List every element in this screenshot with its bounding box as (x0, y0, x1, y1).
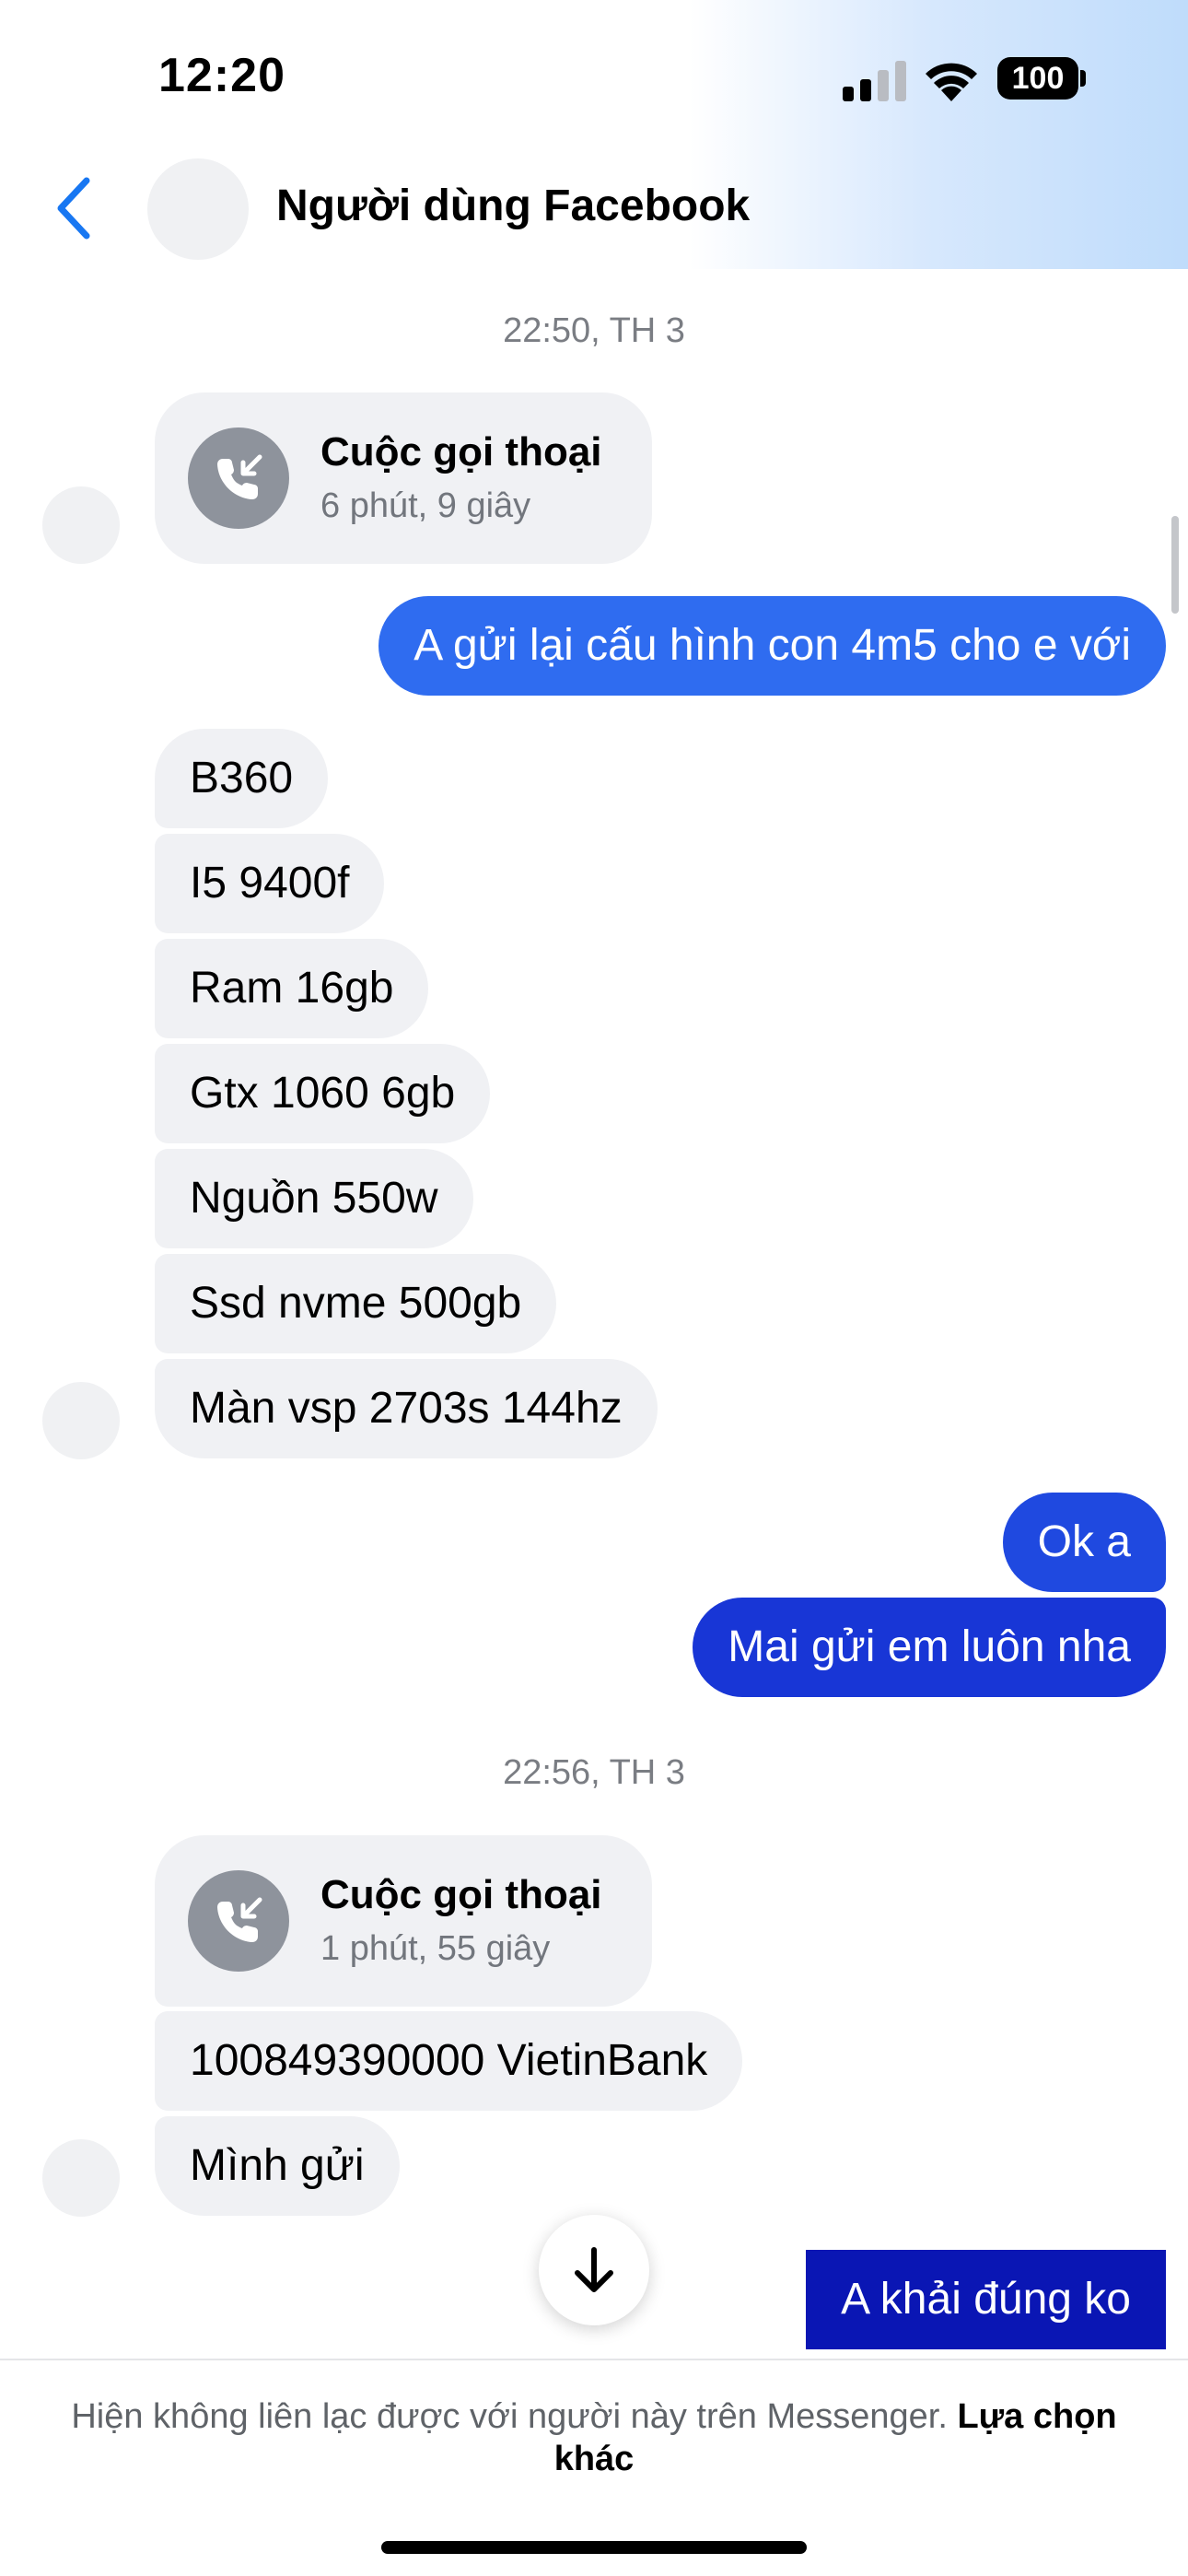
sender-avatar[interactable] (42, 2139, 120, 2217)
incoming-message[interactable]: Nguồn 550w (155, 1149, 473, 1248)
message-timestamp: 22:50, TH 3 (503, 311, 685, 350)
incoming-message[interactable]: B360 (155, 729, 329, 828)
arrow-down-icon (575, 2247, 613, 2292)
chevron-left-icon[interactable] (52, 175, 98, 241)
incoming-message[interactable]: I5 9400f (155, 834, 385, 933)
incoming-message[interactable]: Ssd nvme 500gb (155, 1254, 557, 1353)
unavailable-notice: Hiện không liên lạc được với người này t… (55, 2395, 1133, 2480)
contact-avatar[interactable] (147, 158, 249, 260)
call-duration: 1 phút, 55 giây (320, 1929, 551, 1968)
battery-tip (1080, 70, 1086, 87)
outgoing-message[interactable]: Ok a (1002, 1493, 1166, 1592)
incoming-call-icon (188, 427, 289, 529)
sender-avatar[interactable] (42, 1382, 120, 1459)
battery-icon: 100 (997, 57, 1078, 100)
incoming-message[interactable]: Gtx 1060 6gb (155, 1044, 491, 1143)
outgoing-message[interactable]: A gửi lại cấu hình con 4m5 cho e với (379, 596, 1166, 696)
incoming-message[interactable]: Màn vsp 2703s 144hz (155, 1359, 658, 1458)
outgoing-message[interactable]: Mai gửi em luôn nha (693, 1598, 1166, 1697)
status-bar: 12:20 100 (0, 0, 1188, 147)
cellular-signal-icon (843, 61, 906, 101)
wifi-icon (926, 63, 977, 101)
footer-divider (0, 2359, 1188, 2360)
incoming-message[interactable]: 100849390000 VietinBank (155, 2011, 743, 2111)
outgoing-message[interactable]: A khải đúng ko (806, 2250, 1166, 2349)
call-card[interactable]: Cuộc gọi thoại 6 phút, 9 giây (155, 392, 652, 564)
home-indicator[interactable] (381, 2541, 807, 2554)
scroll-to-bottom-button[interactable] (539, 2215, 649, 2325)
incoming-message[interactable]: Mình gửi (155, 2116, 400, 2216)
scrollbar[interactable] (1171, 516, 1179, 614)
call-card[interactable]: Cuộc gọi thoại 1 phút, 55 giây (155, 1835, 652, 2007)
contact-name[interactable]: Người dùng Facebook (276, 181, 750, 231)
incoming-message[interactable]: Ram 16gb (155, 939, 429, 1038)
status-time: 12:20 (158, 49, 285, 102)
message-timestamp: 22:56, TH 3 (503, 1753, 685, 1792)
call-duration: 6 phút, 9 giây (320, 486, 531, 525)
sender-avatar[interactable] (42, 486, 120, 564)
incoming-call-icon (188, 1870, 289, 1972)
unavailable-notice-text: Hiện không liên lạc được với người này t… (71, 2397, 948, 2436)
call-title: Cuộc gọi thoại (320, 429, 602, 474)
call-title: Cuộc gọi thoại (320, 1872, 602, 1917)
